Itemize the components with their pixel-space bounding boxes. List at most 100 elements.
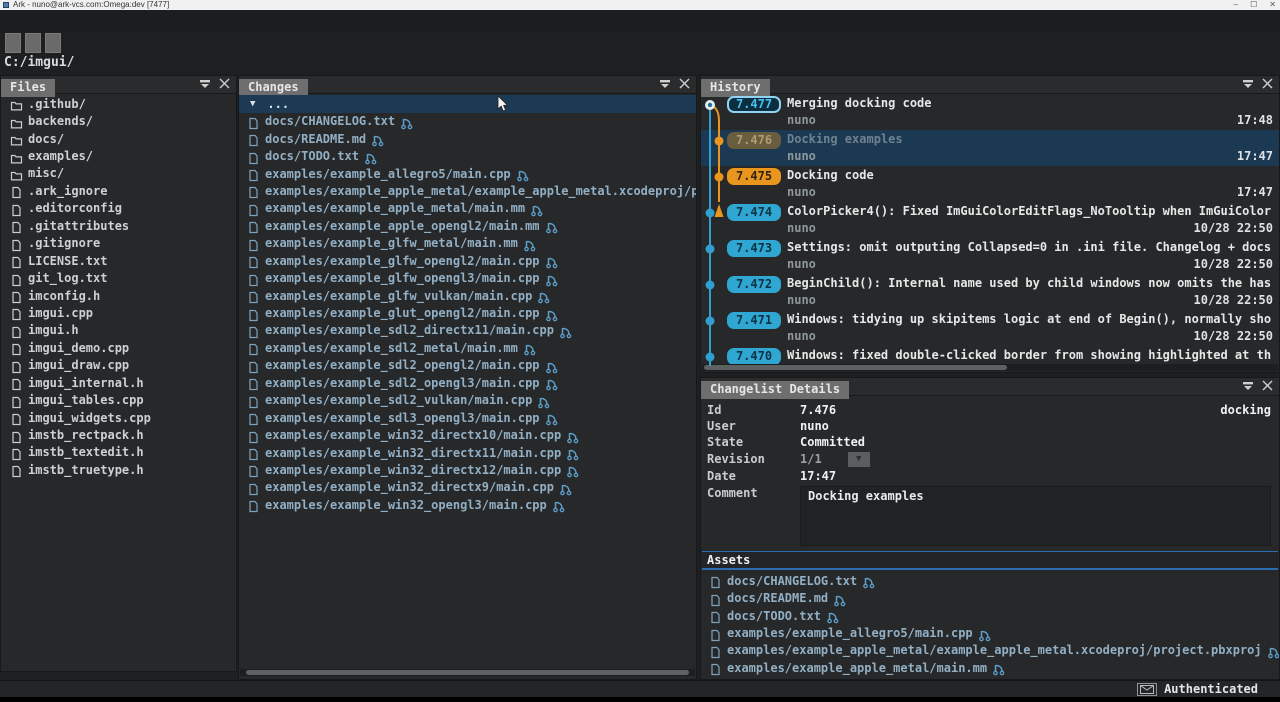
mail-icon[interactable]	[1137, 683, 1157, 696]
history-row[interactable]: 7.470 Windows: fixed double-clicked bord…	[701, 346, 1279, 364]
asset-row[interactable]: examples/example_apple_opengl2/main.mm	[701, 677, 1279, 678]
revision-dropdown[interactable]: ▼	[848, 452, 870, 467]
close-icon[interactable]	[218, 77, 232, 91]
scrollbar-thumb[interactable]	[704, 365, 1007, 370]
file-row[interactable]: imconfig.h	[1, 287, 236, 304]
changed-file-row[interactable]: examples/example_win32_opengl3/main.cpp	[239, 496, 696, 513]
changed-file-row[interactable]: docs/TODO.txt	[239, 147, 696, 164]
history-row[interactable]: 7.472 BeginChild(): Internal name used b…	[701, 274, 1279, 310]
minimize-icon[interactable]: –	[1234, 0, 1238, 10]
changed-file-row[interactable]: examples/example_sdl2_metal/main.mm	[239, 339, 696, 356]
asset-row[interactable]: examples/example_apple_metal/main.mm	[701, 659, 1279, 676]
file-icon	[10, 324, 23, 337]
changelist-badge: 7.471	[727, 312, 781, 329]
changed-file-row[interactable]: docs/README.md	[239, 130, 696, 147]
file-icon	[10, 237, 23, 250]
history-row[interactable]: 7.474 ColorPicker4(): Fixed ImGuiColorEd…	[701, 202, 1279, 238]
file-row[interactable]: imgui_tables.cpp	[1, 391, 236, 408]
comment-box[interactable]: Docking examples	[800, 486, 1271, 546]
changed-file-row[interactable]: examples/example_apple_metal/main.mm	[239, 200, 696, 217]
changes-horizontal-scrollbar[interactable]	[240, 669, 695, 676]
asset-row[interactable]: examples/example_apple_metal/example_app…	[701, 642, 1279, 659]
file-row[interactable]: misc/	[1, 165, 236, 182]
changed-file-row[interactable]: examples/example_apple_metal/example_app…	[239, 182, 696, 199]
changed-file-row[interactable]: examples/example_sdl2_vulkan/main.cpp	[239, 392, 696, 409]
changed-file-row[interactable]: examples/example_glfw_metal/main.mm	[239, 235, 696, 252]
changed-file-row[interactable]: examples/example_win32_directx11/main.cp…	[239, 444, 696, 461]
changed-file-row[interactable]: docs/CHANGELOG.txt	[239, 113, 696, 130]
filter-icon[interactable]	[658, 77, 672, 91]
file-row[interactable]: backends/	[1, 112, 236, 129]
filter-icon[interactable]	[198, 77, 212, 91]
file-icon	[709, 609, 722, 622]
file-row[interactable]: imgui_internal.h	[1, 374, 236, 391]
file-row[interactable]: docs/	[1, 130, 236, 147]
mouse-cursor	[497, 96, 509, 113]
file-row[interactable]: imgui.h	[1, 322, 236, 339]
file-row[interactable]: .github/	[1, 95, 236, 112]
history-horizontal-scrollbar[interactable]	[702, 364, 1278, 371]
file-row[interactable]: imgui_widgets.cpp	[1, 409, 236, 426]
file-row[interactable]: imstb_rectpack.h	[1, 426, 236, 443]
file-icon	[247, 272, 260, 285]
file-icon	[709, 627, 722, 640]
file-row[interactable]: imgui_draw.cpp	[1, 357, 236, 374]
file-row[interactable]: .editorconfig	[1, 200, 236, 217]
history-row[interactable]: 7.477 Merging docking code nuno 17:48	[701, 94, 1279, 130]
changed-file-row[interactable]: examples/example_glfw_opengl3/main.cpp	[239, 269, 696, 286]
history-row[interactable]: 7.475 Docking code nuno 17:47	[701, 166, 1279, 202]
folder-icon	[10, 167, 23, 180]
toolbar-button[interactable]	[45, 33, 61, 53]
changed-file-row[interactable]: examples/example_apple_opengl2/main.mm	[239, 217, 696, 234]
toolbar-button[interactable]	[25, 33, 41, 53]
changed-file-path: docs/TODO.txt	[265, 149, 359, 163]
changed-file-row[interactable]: examples/example_glfw_opengl2/main.cpp	[239, 252, 696, 269]
filter-icon[interactable]	[1241, 379, 1255, 393]
changed-file-row[interactable]: examples/example_win32_directx10/main.cp…	[239, 426, 696, 443]
commit-message: Merging docking code	[787, 94, 1273, 112]
file-row[interactable]: git_log.txt	[1, 269, 236, 286]
toolbar-button[interactable]	[5, 33, 21, 53]
close-icon[interactable]	[678, 77, 692, 91]
history-row[interactable]: 7.476 Docking examples nuno 17:47	[701, 130, 1279, 166]
file-icon	[247, 150, 260, 163]
app-window: Ark - nuno@ark-vcs.com:Omega:dev [7477] …	[0, 0, 1280, 702]
changed-file-row[interactable]: examples/example_win32_directx9/main.cpp	[239, 479, 696, 496]
file-icon	[247, 237, 260, 250]
filter-icon[interactable]	[1241, 77, 1255, 91]
changed-file-row[interactable]: examples/example_glfw_vulkan/main.cpp	[239, 287, 696, 304]
file-row[interactable]: imgui_demo.cpp	[1, 339, 236, 356]
close-icon[interactable]: ✕	[1269, 0, 1276, 10]
maximize-icon[interactable]: ☐	[1250, 0, 1257, 10]
file-row[interactable]: .gitignore	[1, 235, 236, 252]
file-row[interactable]: examples/	[1, 147, 236, 164]
asset-path: docs/README.md	[727, 591, 828, 605]
changes-expander-row[interactable]: ▼ ...	[239, 95, 696, 113]
changed-file-row[interactable]: examples/example_glut_opengl2/main.cpp	[239, 304, 696, 321]
scrollbar-thumb[interactable]	[246, 670, 689, 675]
changed-file-row[interactable]: examples/example_sdl2_directx11/main.cpp	[239, 322, 696, 339]
close-icon[interactable]	[1261, 77, 1275, 91]
file-row[interactable]: imstb_truetype.h	[1, 461, 236, 478]
history-row[interactable]: 7.473 Settings: omit outputing Collapsed…	[701, 238, 1279, 274]
changed-file-row[interactable]: examples/example_sdl2_opengl3/main.cpp	[239, 374, 696, 391]
asset-row[interactable]: docs/TODO.txt	[701, 607, 1279, 624]
tab-changelist-details[interactable]: Changelist Details	[701, 381, 849, 399]
changed-file-row[interactable]: examples/example_win32_directx12/main.cp…	[239, 461, 696, 478]
file-row[interactable]: imstb_textedit.h	[1, 444, 236, 461]
changed-file-row[interactable]: examples/example_sdl2_opengl2/main.cpp	[239, 357, 696, 374]
commit-message: ColorPicker4(): Fixed ImGuiColorEditFlag…	[787, 202, 1273, 220]
changed-file-row[interactable]: examples/example_allegro5/main.cpp	[239, 165, 696, 182]
close-icon[interactable]	[1261, 379, 1275, 393]
asset-row[interactable]: docs/README.md	[701, 589, 1279, 606]
file-row[interactable]: .gitattributes	[1, 217, 236, 234]
file-row[interactable]: .ark_ignore	[1, 182, 236, 199]
history-row[interactable]: 7.471 Windows: tidying up skipitems logi…	[701, 310, 1279, 346]
file-row[interactable]: LICENSE.txt	[1, 252, 236, 269]
asset-row[interactable]: examples/example_allegro5/main.cpp	[701, 624, 1279, 641]
field-value-revision: 1/1	[800, 452, 822, 466]
file-row[interactable]: imgui.cpp	[1, 304, 236, 321]
asset-row[interactable]: docs/CHANGELOG.txt	[701, 572, 1279, 589]
changed-file-row[interactable]: examples/example_sdl3_opengl3/main.cpp	[239, 409, 696, 426]
chevron-down-icon[interactable]: ▼	[250, 99, 255, 109]
